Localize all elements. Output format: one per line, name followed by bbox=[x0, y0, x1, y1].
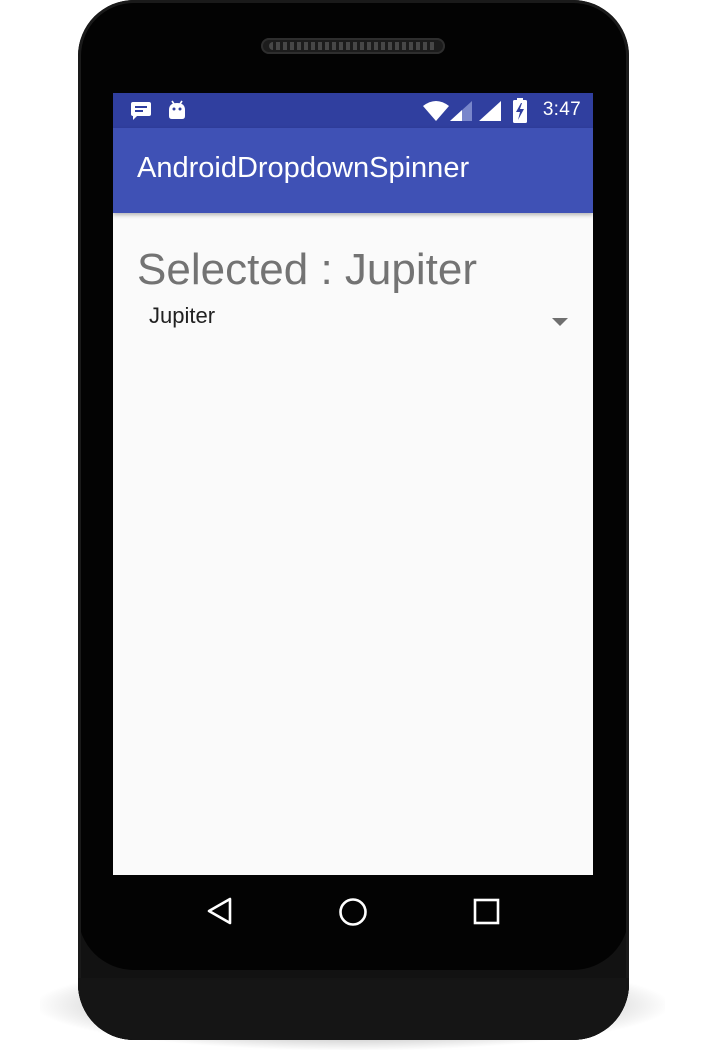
phone-chin bbox=[78, 978, 629, 1040]
selected-text: Selected : Jupiter bbox=[137, 245, 477, 294]
recents-icon[interactable] bbox=[472, 897, 502, 931]
earpiece-speaker bbox=[261, 38, 445, 54]
cellular-signal-icon bbox=[450, 101, 474, 126]
status-bar: 3:47 bbox=[113, 93, 593, 128]
speaker-grille bbox=[269, 42, 437, 50]
screen: 3:47 AndroidDropdownSpinner Selected : J… bbox=[113, 93, 593, 875]
cellular-signal-icon bbox=[479, 101, 503, 126]
dropdown-spinner[interactable]: Jupiter bbox=[137, 293, 569, 343]
spinner-selected-value: Jupiter bbox=[149, 303, 216, 328]
home-icon[interactable] bbox=[336, 895, 370, 933]
message-icon bbox=[130, 101, 152, 124]
app-title: AndroidDropdownSpinner bbox=[137, 152, 470, 184]
status-time: 3:47 bbox=[542, 99, 581, 120]
wifi-icon bbox=[422, 100, 450, 126]
battery-charging-icon bbox=[512, 98, 528, 128]
android-debug-icon bbox=[166, 99, 188, 125]
dropdown-arrow-icon bbox=[551, 312, 569, 331]
app-bar: AndroidDropdownSpinner bbox=[113, 128, 593, 213]
back-icon[interactable] bbox=[204, 896, 236, 932]
